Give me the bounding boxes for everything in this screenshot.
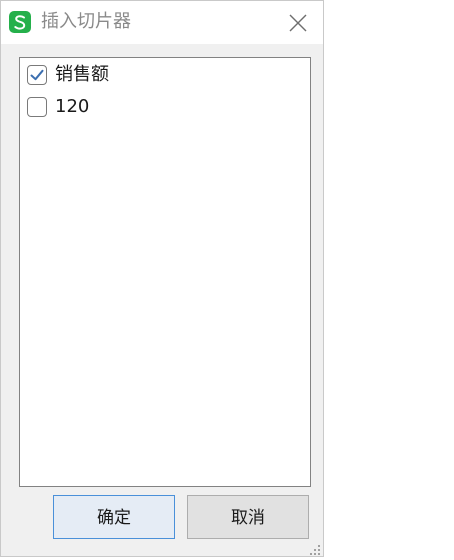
dialog-title: 插入切片器: [41, 11, 131, 32]
cancel-button[interactable]: 取消: [187, 495, 309, 539]
list-item-sales[interactable]: 销售额: [27, 63, 297, 89]
list-item-label: 120: [55, 96, 90, 117]
check-icon: [30, 69, 44, 81]
ok-button[interactable]: 确定: [53, 495, 175, 539]
title-bar[interactable]: 插入切片器: [1, 1, 323, 44]
wps-spreadsheet-icon: [9, 11, 31, 33]
resize-grip-icon[interactable]: [309, 541, 321, 555]
list-item-label: 销售额: [55, 64, 109, 85]
close-icon: [289, 14, 307, 32]
insert-slicer-dialog: 插入切片器 销售额 120 确定 取消: [0, 0, 324, 557]
list-item-120[interactable]: 120: [27, 95, 297, 121]
checkbox-sales[interactable]: [27, 65, 47, 85]
field-list[interactable]: 销售额 120: [19, 57, 311, 487]
checkbox-120[interactable]: [27, 97, 47, 117]
close-button[interactable]: [283, 9, 313, 37]
